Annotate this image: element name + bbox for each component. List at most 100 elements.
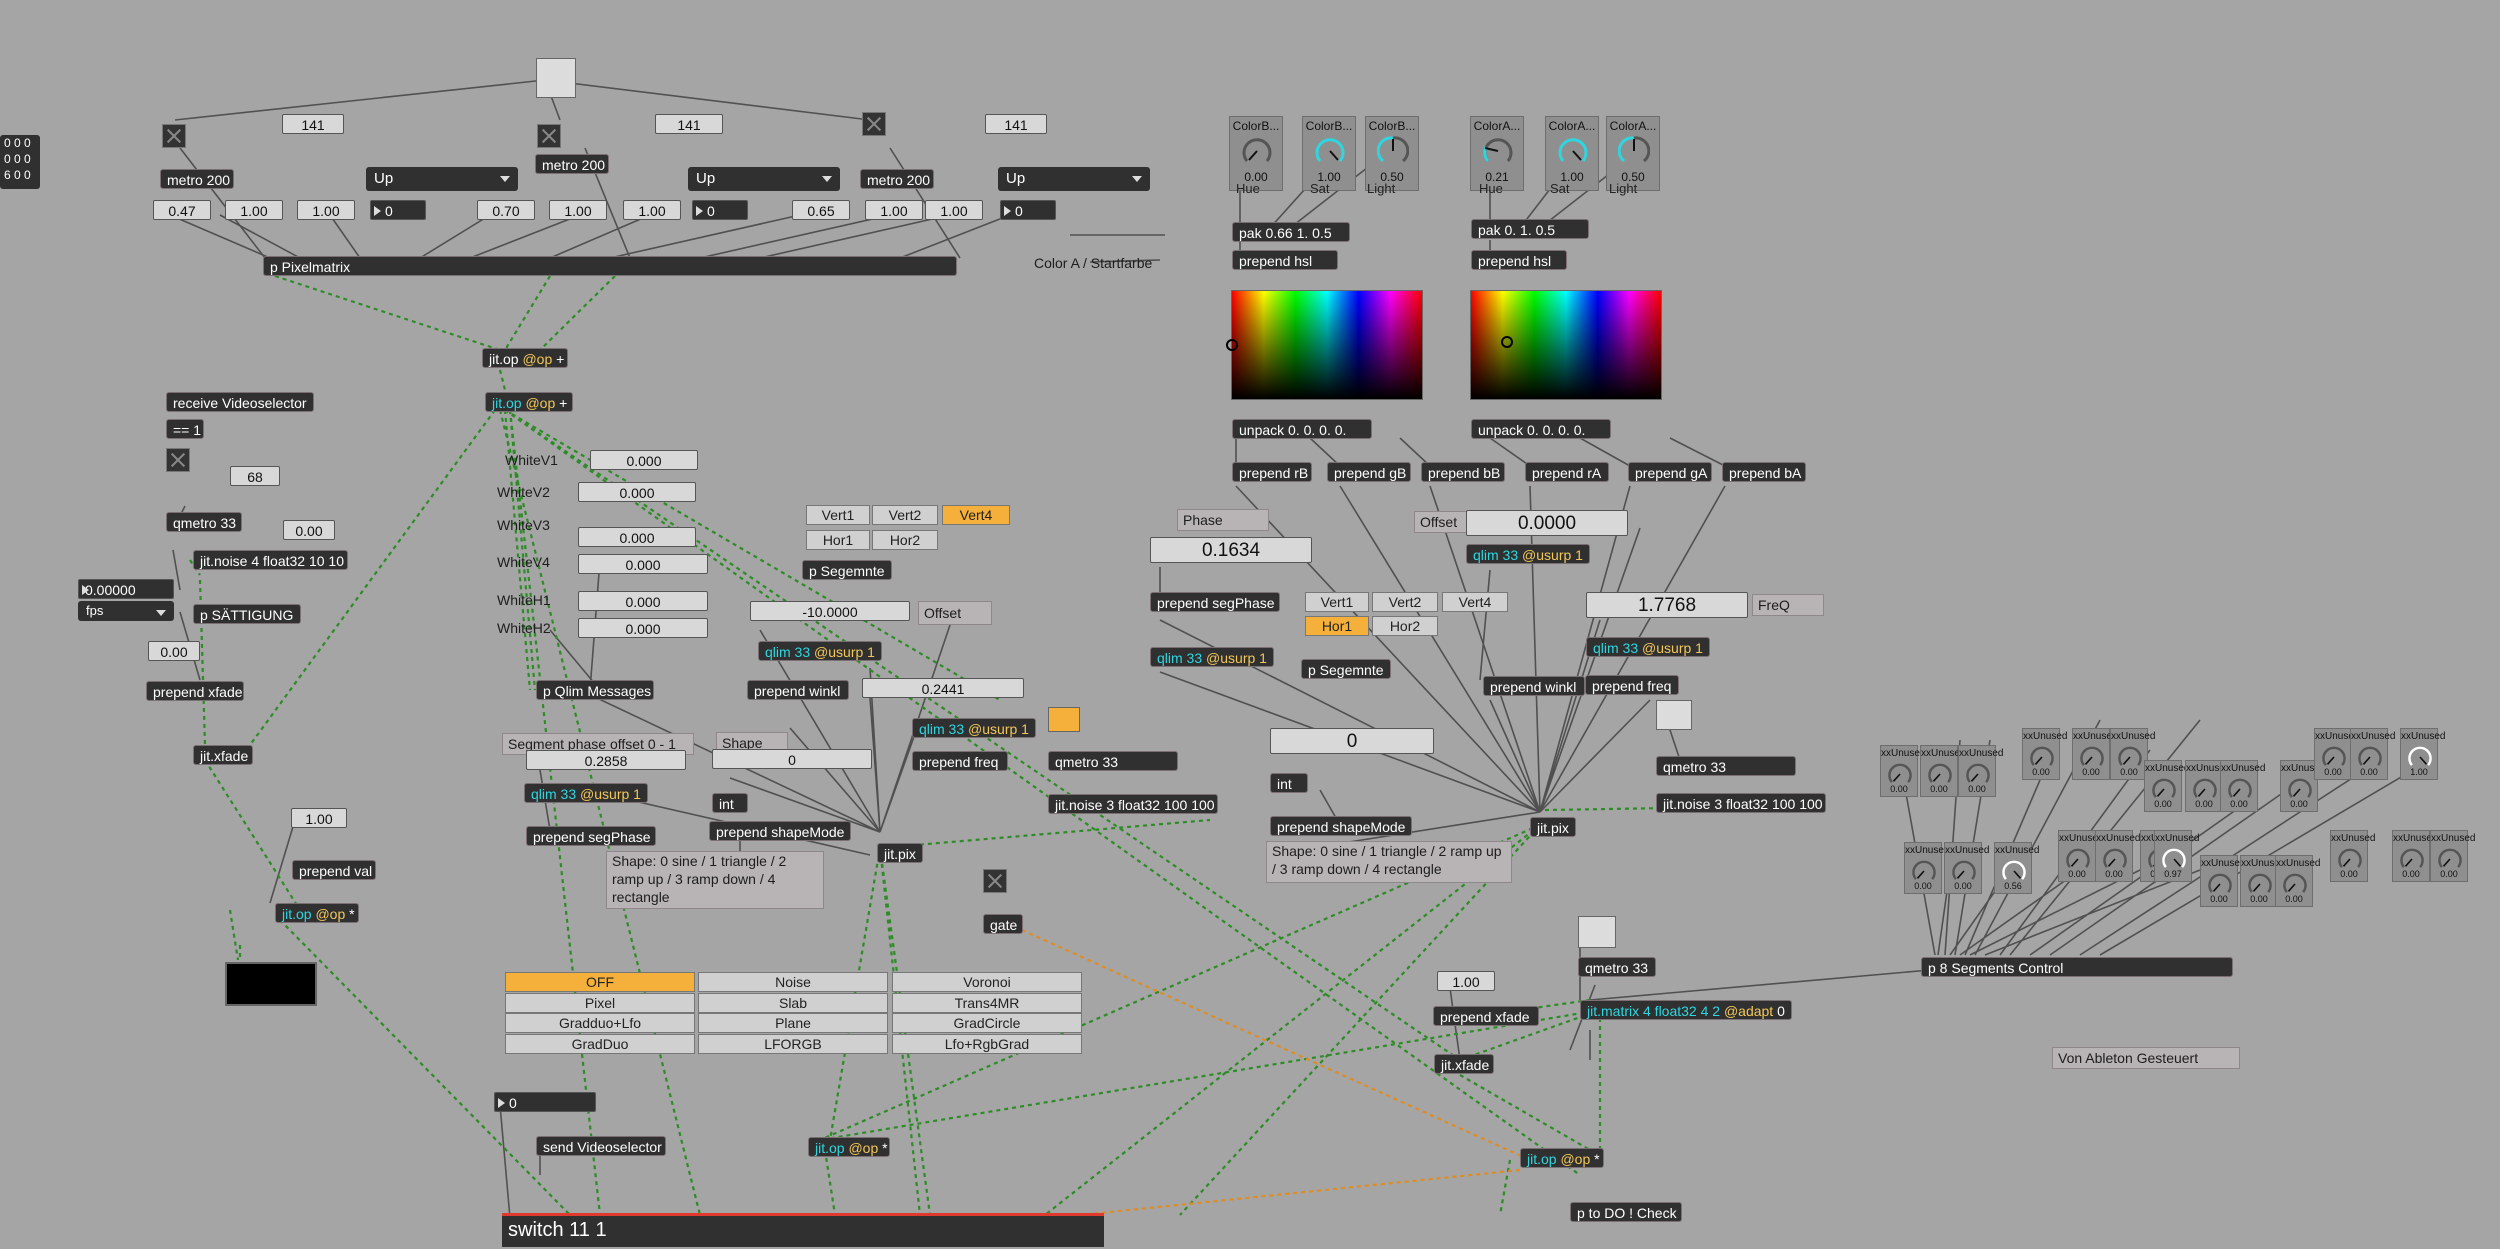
prepend-freq-a[interactable]: prepend freq [912,751,1008,771]
prepend-hsl-a[interactable]: prepend hsl [1471,250,1567,270]
segphase-value[interactable]: 0.2858 [526,750,686,770]
top-dial[interactable]: xxUnused 0.00 [2110,728,2155,780]
qmetro-lower[interactable]: qmetro 33 [1578,957,1656,977]
prepend-winkl-b[interactable]: prepend winkl [1483,676,1585,696]
todo-subpatch[interactable]: p to DO ! Check [1570,1202,1682,1222]
value-2441[interactable]: 0.2441 [862,678,1024,698]
btn-gradduo[interactable]: GradDuo [505,1034,695,1054]
tab-hor2-b[interactable]: Hor2 [1372,616,1438,636]
prepend-val[interactable]: prepend val [292,860,376,880]
number-dark-a[interactable]: 0 [370,200,426,220]
qmetro-left[interactable]: qmetro 33 [166,512,242,532]
jit-op-mult-right[interactable]: jit.op @op * [1520,1148,1604,1168]
jit-noise-center[interactable]: jit.noise 3 float32 100 100 [1048,794,1218,814]
prepend-winkl-a[interactable]: prepend winkl [747,680,849,700]
bottom-dial[interactable]: xxUnused 0.00 [2275,855,2320,907]
whitev1-value[interactable]: 0.000 [590,450,698,470]
int-center[interactable]: int [712,793,748,813]
bottom-dial[interactable]: xxUnused 0.00 [2240,855,2285,907]
dial-colorb-hue[interactable]: ColorB... 0.00 [1229,116,1283,191]
top-dial[interactable]: xxUnused 0.00 [2220,760,2265,812]
prepend-segphase-b[interactable]: prepend segPhase [1150,592,1280,612]
number-dark-c[interactable]: 0 [1000,200,1056,220]
qmetro-center[interactable]: qmetro 33 [1048,751,1178,771]
metro-b[interactable]: metro 200 [535,154,609,174]
qlim-messages-subpatch[interactable]: p Qlim Messages [536,680,654,700]
tab-vert1[interactable]: Vert1 [806,505,870,525]
pak-b[interactable]: pak 0.66 1. 0.5 [1232,222,1350,242]
equals-one[interactable]: == 1 [166,419,204,439]
btn-off[interactable]: OFF [505,972,695,992]
btn-lforgb[interactable]: LFORGB [698,1034,888,1054]
whitev4-value[interactable]: 0.000 [578,554,708,574]
pixelmatrix-subpatch[interactable]: p Pixelmatrix [263,256,957,276]
btn-voronoi[interactable]: Voronoi [892,972,1082,992]
sattigung-subpatch[interactable]: p SÄTTIGUNG [193,604,301,624]
top-dial[interactable]: xxUnused 1.00 [2400,728,2445,780]
flonum-4[interactable]: 0.70 [477,200,535,220]
btn-noise[interactable]: Noise [698,972,888,992]
btn-lfo-rgbgrad[interactable]: Lfo+RgbGrad [892,1034,1082,1054]
flonum-left-c[interactable]: 1.00 [291,808,347,828]
int-right[interactable]: int [1270,773,1308,793]
toggle-1[interactable] [162,124,186,148]
flonum-7[interactable]: 0.65 [792,200,850,220]
bang-yellow[interactable] [1048,707,1080,732]
dial-colorb-sat[interactable]: ColorB... 1.00 [1302,116,1356,191]
number-141-a[interactable]: 141 [282,114,344,134]
bottom-dial[interactable]: xxUnused 0.00 [2200,855,2245,907]
pak-a[interactable]: pak 0. 1. 0.5 [1471,219,1589,239]
switch-11[interactable]: switch 11 1 [502,1213,1104,1247]
dial-colora-hue[interactable]: ColorA... 0.21 [1470,116,1524,191]
toggle-2[interactable] [537,124,561,148]
bottom-dial[interactable]: xxUnused 0.00 [1904,842,1949,894]
number-68[interactable]: 68 [230,466,280,486]
jit-op-plus-2[interactable]: jit.op @op + [485,392,573,412]
bottom-dial[interactable]: xxUnused 0.97 [2154,830,2199,882]
segemnte-subpatch-b[interactable]: p Segemnte [1301,659,1391,679]
btn-slab[interactable]: Slab [698,993,888,1013]
whitev3-value[interactable]: 0.000 [578,527,696,547]
jit-matrix[interactable]: jit.matrix 4 float32 4 2 @adapt 0 [1580,1000,1792,1020]
flonum-2[interactable]: 1.00 [225,200,283,220]
flonum-3[interactable]: 1.00 [297,200,355,220]
top-dial[interactable]: xxUnused 0.00 [2072,728,2117,780]
top-dial[interactable]: xxUnused 0.00 [2280,760,2325,812]
toggle-3[interactable] [862,112,886,136]
prepend-ga[interactable]: prepend gA [1628,462,1712,482]
tab-vert2-b[interactable]: Vert2 [1372,592,1438,612]
number-selector[interactable]: 0 [494,1092,596,1112]
flonum-8[interactable]: 1.00 [865,200,923,220]
tab-vert4-b[interactable]: Vert4 [1442,592,1508,612]
flonum-6[interactable]: 1.00 [623,200,681,220]
tab-hor1[interactable]: Hor1 [806,530,870,550]
offset-value[interactable]: -10.0000 [750,601,910,621]
toggle-left[interactable] [166,448,190,472]
prepend-xfade-right[interactable]: prepend xfade [1433,1006,1539,1026]
jit-xfade-right[interactable]: jit.xfade [1434,1054,1494,1074]
unpack-a[interactable]: unpack 0. 0. 0. 0. [1471,419,1611,439]
flonum-9[interactable]: 1.00 [925,200,983,220]
whitev2-value[interactable]: 0.000 [578,482,696,502]
top-dial[interactable]: xxUnused 0.00 [1880,745,1925,797]
prepend-hsl-b[interactable]: prepend hsl [1232,250,1338,270]
metro-a[interactable]: metro 200 [160,169,234,189]
prepend-segphase-a[interactable]: prepend segPhase [526,826,656,846]
jit-op-mult-center[interactable]: jit.op @op * [808,1137,890,1157]
tab-vert2[interactable]: Vert2 [872,505,938,525]
prepend-freq-b[interactable]: prepend freq [1585,675,1679,695]
send-videoselector[interactable]: send Videoselector [536,1136,666,1156]
freq-value[interactable]: 1.7768 [1586,592,1748,618]
jit-pix-center[interactable]: jit.pix [877,843,923,863]
color-picker-b[interactable] [1226,290,1423,400]
bang-lower-right[interactable] [1578,916,1616,948]
menu-up-b[interactable]: Up [688,167,840,191]
offset-value-b[interactable]: 0.0000 [1466,510,1628,536]
prepend-shapemode-b[interactable]: prepend shapeMode [1270,816,1412,836]
top-dial[interactable]: xxUnused 0.00 [1920,745,1965,797]
toggle-gate[interactable] [983,869,1007,893]
prepend-shapemode-a[interactable]: prepend shapeMode [709,821,851,841]
flonum-left-b[interactable]: 0.00 [148,641,200,661]
top-dial[interactable]: xxUnused 0.00 [2314,728,2359,780]
bottom-dial[interactable]: xxUnused 0.00 [2430,830,2475,882]
